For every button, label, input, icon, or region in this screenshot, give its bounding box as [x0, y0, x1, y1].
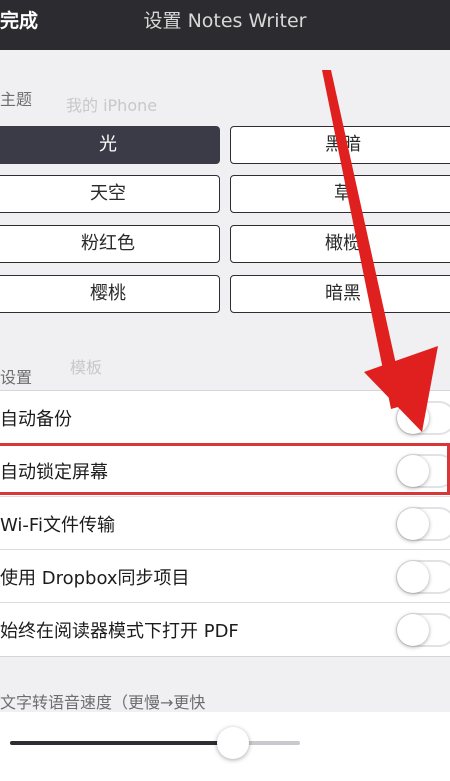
setting-label: 始终在阅读器模式下打开 PDF — [0, 621, 239, 642]
dropbox-sync-toggle[interactable] — [396, 560, 450, 594]
toggle-knob — [397, 508, 429, 540]
slider-thumb[interactable] — [217, 727, 250, 759]
theme-option-sky[interactable]: 天空 — [0, 175, 220, 213]
theme-option-grass[interactable]: 草 — [230, 175, 450, 213]
auto-lock-toggle[interactable] — [396, 454, 450, 488]
nav-bar: 完成 设置 Notes Writer — [0, 0, 450, 50]
background-ghost-iphone: 我的 iPhone — [66, 96, 158, 115]
theme-option-dark[interactable]: 黑暗 — [230, 126, 450, 164]
setting-row-auto-backup: 自动备份 — [0, 391, 450, 444]
auto-backup-toggle[interactable] — [396, 401, 450, 435]
settings-list: 自动备份 自动锁定屏幕 Wi-Fi文件传输 使用 Dropbox同步项目 始终在… — [0, 390, 450, 657]
settings-section-label: 设置 — [0, 368, 33, 387]
setting-label: Wi-Fi文件传输 — [0, 515, 115, 536]
speech-speed-slider[interactable] — [10, 741, 300, 745]
speech-speed-label: 文字转语音速度（更慢→更快 — [0, 693, 206, 712]
theme-option-pink[interactable]: 粉红色 — [0, 225, 220, 263]
speech-speed-slider-area — [0, 712, 450, 781]
setting-label: 自动备份 — [0, 409, 72, 430]
theme-option-cherry[interactable]: 樱桃 — [0, 275, 220, 313]
wifi-transfer-toggle[interactable] — [396, 507, 450, 541]
page-title: 设置 Notes Writer — [143, 10, 307, 32]
setting-label: 使用 Dropbox同步项目 — [0, 568, 190, 589]
toggle-knob — [397, 561, 429, 593]
setting-row-auto-lock: 自动锁定屏幕 — [0, 444, 450, 497]
setting-label: 自动锁定屏幕 — [0, 462, 108, 483]
toggle-knob — [397, 455, 429, 487]
setting-row-wifi-transfer: Wi-Fi文件传输 — [0, 497, 450, 550]
setting-row-dropbox-sync: 使用 Dropbox同步项目 — [0, 550, 450, 603]
setting-row-reader-mode-pdf: 始终在阅读器模式下打开 PDF — [0, 603, 450, 656]
theme-option-olive[interactable]: 橄榄 — [230, 225, 450, 263]
theme-section-label: 主题 — [0, 90, 33, 109]
theme-option-pitch-black[interactable]: 暗黑 — [230, 275, 450, 313]
background-ghost-template: 模板 — [70, 358, 103, 377]
reader-mode-pdf-toggle[interactable] — [396, 613, 450, 647]
theme-option-light[interactable]: 光 — [0, 126, 220, 164]
slider-fill — [10, 741, 234, 745]
toggle-knob — [397, 402, 429, 434]
toggle-knob — [397, 614, 429, 646]
